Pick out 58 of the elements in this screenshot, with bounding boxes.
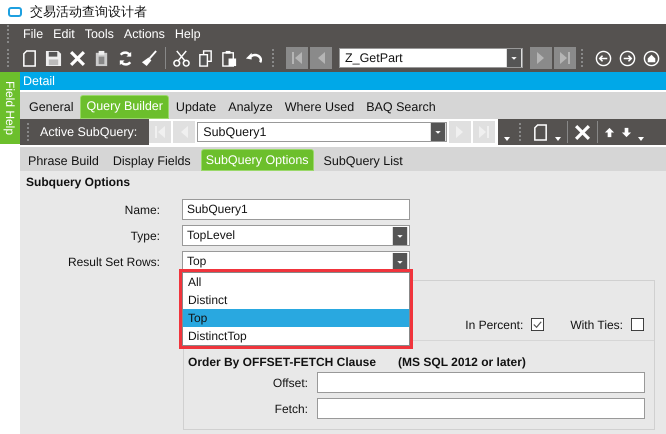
copy-icon[interactable]: [197, 50, 214, 66]
menu-item[interactable]: Edit: [52, 27, 76, 41]
field-label: Offset:: [272, 376, 308, 390]
tab[interactable]: Analyze: [223, 97, 278, 120]
menu-item[interactable]: File: [22, 27, 44, 41]
new-document-icon[interactable]: [532, 124, 550, 141]
save-icon[interactable]: [45, 50, 62, 66]
delete-icon[interactable]: [69, 50, 86, 66]
group-title: Order By OFFSET-FETCH Clause: [188, 355, 376, 369]
checkbox-label: With Ties:: [570, 318, 623, 332]
back-icon[interactable]: [595, 50, 612, 66]
overflow-caret-icon[interactable]: [638, 137, 644, 142]
group-note: (MS SQL 2012 or later): [398, 355, 526, 369]
field-label: Type:: [130, 228, 160, 242]
new-document-icon[interactable]: [21, 50, 38, 66]
menu-item[interactable]: Help: [174, 27, 202, 41]
clipboard-icon[interactable]: [93, 50, 110, 66]
subquery-combo[interactable]: SubQuery1: [197, 122, 448, 142]
overflow-caret-icon[interactable]: [504, 137, 510, 142]
caret-icon[interactable]: [555, 137, 562, 142]
window-title: 交易活动查询设计者: [30, 3, 147, 21]
field-label: Name:: [124, 202, 160, 216]
query-combo[interactable]: Z_GetPart: [339, 48, 523, 68]
refresh-icon[interactable]: [117, 50, 134, 66]
text-field[interactable]: [317, 372, 645, 393]
tab[interactable]: Display Fields: [108, 151, 195, 171]
field-label: Result Set Rows:: [66, 254, 160, 268]
tab[interactable]: Update: [170, 97, 222, 120]
forward-icon[interactable]: [619, 50, 636, 66]
checkbox[interactable]: [531, 318, 544, 331]
menu-item[interactable]: Actions: [122, 27, 166, 41]
move-down-icon[interactable]: [621, 126, 632, 138]
tab[interactable]: General: [24, 97, 78, 120]
tab[interactable]: SubQuery List: [320, 151, 407, 171]
tab[interactable]: Phrase Build: [24, 151, 103, 171]
dropdown-option[interactable]: Distinct: [183, 291, 409, 309]
checkbox[interactable]: [631, 318, 644, 331]
section-title: Subquery Options: [26, 175, 132, 189]
home-icon[interactable]: [643, 50, 660, 66]
tab[interactable]: Where Used: [280, 97, 360, 120]
field-label: Fetch:: [274, 402, 308, 416]
panel-header: Detail: [20, 72, 666, 90]
text-field[interactable]: [317, 398, 645, 419]
move-up-icon[interactable]: [604, 126, 616, 138]
text-field[interactable]: SubQuery1: [182, 199, 410, 220]
dropdown-option[interactable]: All: [183, 273, 409, 291]
subquery-label: Active SubQuery:: [40, 125, 138, 140]
menu-item[interactable]: Tools: [84, 27, 115, 41]
tab[interactable]: BAQ Search: [361, 97, 441, 120]
scissors-icon[interactable]: [173, 50, 190, 66]
checkbox-label: In Percent:: [465, 318, 524, 332]
app-icon: [8, 7, 22, 17]
delete-icon[interactable]: [574, 124, 592, 141]
dropdown-option[interactable]: DistinctTop: [183, 327, 409, 345]
select-field[interactable]: TopLevel: [182, 225, 410, 246]
broom-icon[interactable]: [141, 50, 158, 66]
paste-icon[interactable]: [221, 50, 238, 66]
dropdown-option[interactable]: Top: [183, 309, 409, 327]
